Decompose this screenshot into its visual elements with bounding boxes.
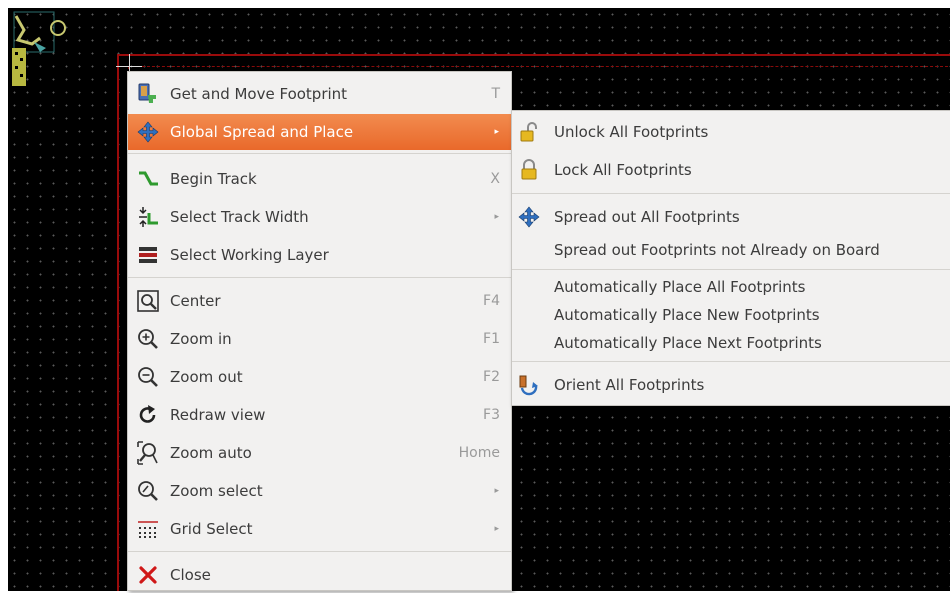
menu-separator [128, 551, 511, 552]
zoom-select-icon [136, 479, 160, 503]
menu-item-center[interactable]: Center F4 [128, 283, 511, 319]
menu-item-begin-track[interactable]: Begin Track X [128, 161, 511, 197]
move-arrows-icon [136, 120, 160, 144]
menu-item-select-working-layer[interactable]: Select Working Layer [128, 237, 511, 273]
track-width-icon [136, 205, 160, 229]
zoom-auto-icon [136, 441, 160, 465]
submenu-item-spread-out-all-footprints[interactable]: Spread out All Footprints [512, 202, 950, 232]
menu-item-global-spread-and-place[interactable]: Global Spread and Place ▸ [128, 114, 511, 150]
grid-icon [136, 517, 160, 541]
layers-icon [136, 243, 160, 267]
submenu-item-auto-place-new-footprints[interactable]: Automatically Place New Footprints [512, 300, 950, 330]
menu-separator [128, 277, 511, 278]
zoom-in-icon [136, 327, 160, 351]
menu-item-zoom-select[interactable]: Zoom select ▸ [128, 473, 511, 509]
context-menu: Get and Move Footprint T Global Spread a… [127, 71, 512, 591]
submenu-item-auto-place-next-footprints[interactable]: Automatically Place Next Footprints [512, 328, 950, 358]
unlock-icon [517, 120, 541, 144]
submenu-arrow-icon: ▸ [494, 524, 499, 534]
close-icon [136, 563, 160, 587]
menu-item-zoom-auto[interactable]: Zoom auto Home [128, 435, 511, 471]
menu-separator [128, 153, 511, 154]
menu-item-grid-select[interactable]: Grid Select ▸ [128, 511, 511, 547]
submenu-item-lock-all-footprints[interactable]: Lock All Footprints [512, 155, 950, 185]
menu-item-zoom-in[interactable]: Zoom in F1 [128, 321, 511, 357]
submenu-arrow-icon: ▸ [494, 127, 499, 137]
footprint-move-icon [136, 82, 160, 106]
menu-separator [512, 361, 950, 362]
menu-separator [512, 193, 950, 194]
global-spread-and-place-submenu: Unlock All Footprints Lock All Footprint… [511, 110, 950, 406]
menu-item-get-and-move-footprint[interactable]: Get and Move Footprint T [128, 76, 511, 112]
board-edge-line [117, 54, 950, 56]
orient-icon [517, 373, 541, 397]
submenu-item-auto-place-all-footprints[interactable]: Automatically Place All Footprints [512, 272, 950, 302]
menu-item-zoom-out[interactable]: Zoom out F2 [128, 359, 511, 395]
menu-item-redraw-view[interactable]: Redraw view F3 [128, 397, 511, 433]
submenu-item-unlock-all-footprints[interactable]: Unlock All Footprints [512, 117, 950, 147]
footprint-component[interactable] [10, 8, 70, 92]
board-outline-line [132, 66, 950, 67]
menu-item-close[interactable]: Close [128, 557, 511, 593]
track-icon [136, 167, 160, 191]
zoom-center-icon [136, 289, 160, 313]
submenu-arrow-icon: ▸ [494, 212, 499, 222]
menu-item-select-track-width[interactable]: Select Track Width ▸ [128, 199, 511, 235]
submenu-item-spread-out-footprints-not-on-board[interactable]: Spread out Footprints not Already on Boa… [512, 235, 950, 265]
submenu-item-orient-all-footprints[interactable]: Orient All Footprints [512, 370, 950, 400]
submenu-arrow-icon: ▸ [494, 486, 499, 496]
redraw-icon [136, 403, 160, 427]
move-arrows-icon [517, 205, 541, 229]
lock-icon [517, 158, 541, 182]
menu-separator [512, 269, 950, 270]
zoom-out-icon [136, 365, 160, 389]
board-edge-line [117, 54, 119, 591]
